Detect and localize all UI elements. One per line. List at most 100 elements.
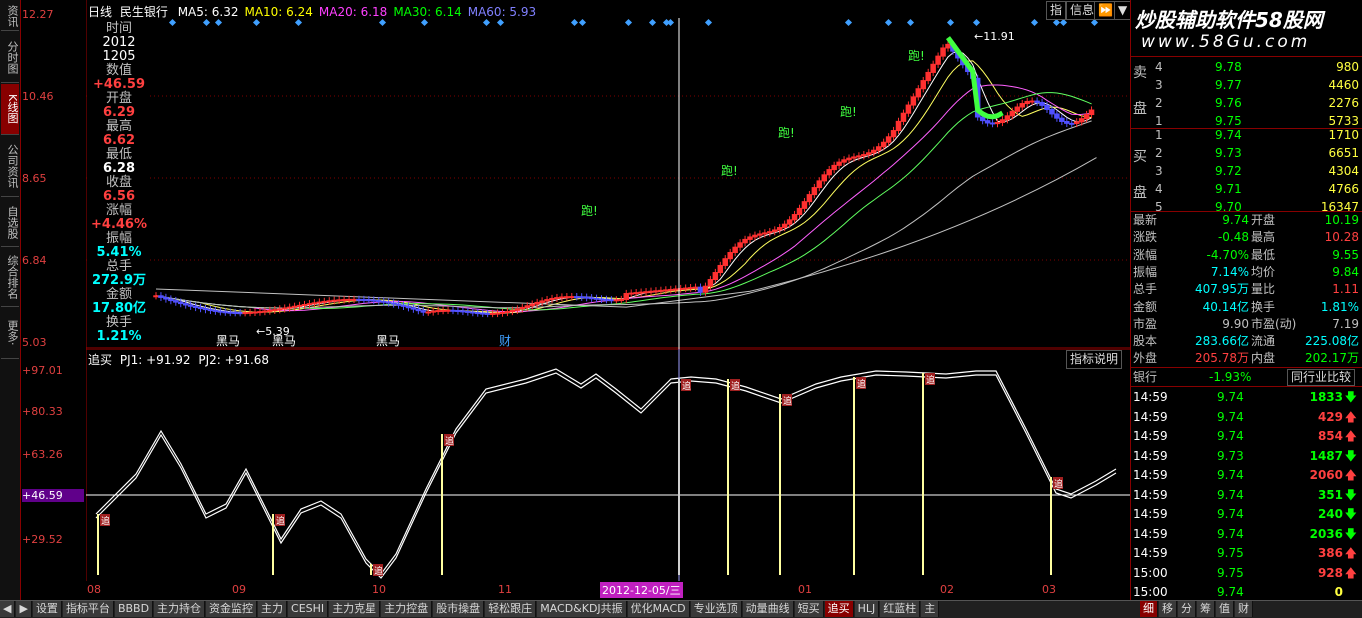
left-nav-item[interactable]: 资讯 bbox=[1, 2, 19, 31]
bottom-tab[interactable]: ◀ bbox=[0, 601, 16, 617]
left-nav-item[interactable]: 公司资讯 bbox=[1, 136, 19, 197]
compare-button[interactable]: 同行业比较 bbox=[1287, 369, 1356, 386]
bottom-tab[interactable]: 动量曲线 bbox=[742, 601, 794, 617]
right-tab[interactable]: 筹 bbox=[1197, 601, 1215, 617]
tick-time: 14:59 bbox=[1133, 390, 1168, 404]
left-nav-item[interactable]: 分时图 bbox=[1, 32, 19, 83]
right-tab[interactable]: 细 bbox=[1140, 601, 1158, 617]
right-tab[interactable]: 值 bbox=[1216, 601, 1234, 617]
candle-body bbox=[291, 305, 298, 308]
price-chart[interactable]: ←11.91←5.39跑!跑!跑!跑!跑!黑马 黑马 黑马财 bbox=[86, 0, 1130, 349]
candle-body bbox=[371, 299, 377, 302]
bottom-tab[interactable]: 主力 bbox=[258, 601, 288, 617]
candle-body bbox=[861, 154, 867, 157]
candle-body bbox=[1083, 114, 1090, 120]
tick-row: 15:00 9.75 928 🡅 bbox=[1133, 564, 1361, 582]
run-label: 跑! bbox=[908, 49, 925, 63]
buy-level: 4 bbox=[1155, 182, 1163, 196]
right-tab[interactable]: 财 bbox=[1235, 601, 1253, 617]
left-nav-item[interactable]: 更多· bbox=[1, 308, 19, 359]
indicator-chart[interactable]: 追追追追追 追追追 追追 bbox=[86, 349, 1130, 581]
candle-body bbox=[890, 130, 897, 138]
sell-volume: 4460 bbox=[1328, 78, 1359, 92]
candle-body bbox=[989, 122, 996, 125]
bottom-tab[interactable]: BBBD bbox=[114, 601, 154, 617]
candle-body bbox=[613, 299, 620, 302]
stats-row: 外盘 205.78万 内盘 202.17万 bbox=[1133, 349, 1361, 367]
candle-body bbox=[569, 296, 575, 299]
stat-key: 流通 bbox=[1251, 334, 1276, 349]
tick-price: 9.74 bbox=[1217, 409, 1244, 424]
bottom-tab[interactable]: 专业选顶 bbox=[690, 601, 742, 617]
price-axis-label: 5.03 bbox=[22, 336, 47, 349]
candle-body bbox=[945, 43, 951, 49]
buy-volume: 4766 bbox=[1328, 182, 1359, 196]
bottom-tab[interactable]: 指标平台 bbox=[62, 601, 114, 617]
stat-key: 开盘 bbox=[1251, 213, 1276, 227]
stock-name: 民生银行 bbox=[119, 5, 168, 19]
black-horse-label: 黑马 bbox=[376, 334, 400, 348]
right-tab[interactable]: 移 bbox=[1159, 601, 1177, 617]
bottom-tab[interactable]: 优化MACD bbox=[627, 601, 690, 617]
bottom-tab[interactable]: 股市操盘 bbox=[433, 601, 485, 617]
indicator-name[interactable]: 追买 bbox=[88, 353, 112, 367]
stat-value: 10.28 bbox=[1324, 230, 1359, 245]
candle-body bbox=[643, 291, 649, 294]
candle-body bbox=[658, 289, 664, 292]
tick-price: 9.74 bbox=[1217, 487, 1244, 502]
bottom-tab[interactable]: 短买 bbox=[794, 601, 824, 617]
bottom-tab[interactable]: 设置 bbox=[32, 601, 62, 617]
candle-body bbox=[385, 301, 392, 304]
ma-label: MA20: 6.18 bbox=[318, 5, 388, 19]
candle-body bbox=[247, 311, 253, 314]
candle-body bbox=[806, 194, 813, 203]
candle-body bbox=[583, 296, 590, 299]
bottom-tab[interactable]: CESHI bbox=[288, 601, 329, 617]
buy-volume: 4304 bbox=[1328, 164, 1359, 178]
tick-time: 14:59 bbox=[1133, 429, 1168, 443]
bottom-tab[interactable]: 追买 bbox=[824, 601, 854, 617]
candle-body bbox=[1069, 122, 1075, 125]
indicator-axis-label: +97.01 bbox=[22, 364, 63, 377]
bottom-tab[interactable]: HLJ bbox=[854, 601, 880, 617]
bottom-tab[interactable]: 轻松跟庄 bbox=[485, 601, 537, 617]
candle-body bbox=[475, 312, 481, 315]
candle-body bbox=[534, 301, 540, 305]
stat-value: 10.19 bbox=[1324, 213, 1359, 227]
candle-body bbox=[663, 289, 669, 292]
candle-body bbox=[623, 293, 629, 300]
bottom-tab[interactable]: 主 bbox=[921, 601, 940, 617]
left-nav-item[interactable]: K线图 bbox=[1, 84, 19, 135]
candle-body bbox=[692, 286, 699, 289]
buy-volume: 6651 bbox=[1328, 146, 1359, 160]
bottom-tab[interactable]: 主力持仓 bbox=[154, 601, 206, 617]
indicator-button[interactable]: 指 bbox=[1046, 1, 1067, 20]
bottom-tab[interactable]: 红蓝柱 bbox=[880, 601, 921, 617]
candle-body bbox=[633, 292, 639, 295]
candle-body bbox=[168, 298, 174, 302]
right-tab[interactable]: 分 bbox=[1178, 601, 1196, 617]
bottom-tab[interactable]: 主力克星 bbox=[329, 601, 381, 617]
candle-body bbox=[915, 88, 922, 98]
left-nav-item[interactable]: 自选股 bbox=[1, 198, 19, 247]
candle-body bbox=[717, 264, 724, 274]
indicator-help-button[interactable]: 指标说明 bbox=[1066, 350, 1123, 369]
candle-body bbox=[925, 71, 931, 82]
candle-body bbox=[450, 309, 456, 312]
high-value: 6.62 bbox=[102, 133, 136, 148]
left-nav-item[interactable]: 综合排名 bbox=[1, 248, 19, 307]
bottom-tab[interactable]: 主力控盘 bbox=[381, 601, 433, 617]
candle-body bbox=[559, 296, 565, 299]
candle-body bbox=[420, 310, 427, 313]
candle-body bbox=[539, 300, 545, 303]
bottom-tab[interactable]: ▶ bbox=[16, 601, 32, 617]
bottom-tab[interactable]: MACD&KDJ共振 bbox=[537, 601, 627, 617]
candle-body bbox=[776, 227, 783, 231]
watermark-site: www.58Gu.com bbox=[1141, 32, 1311, 52]
dropdown-icon[interactable]: ▼ bbox=[1114, 1, 1132, 20]
tick-time: 14:59 bbox=[1133, 409, 1168, 424]
signal-label: 追 bbox=[857, 378, 866, 390]
bottom-tab[interactable]: 资金监控 bbox=[206, 601, 258, 617]
candle-body bbox=[668, 288, 674, 291]
period-label[interactable]: 日线 bbox=[88, 5, 112, 19]
